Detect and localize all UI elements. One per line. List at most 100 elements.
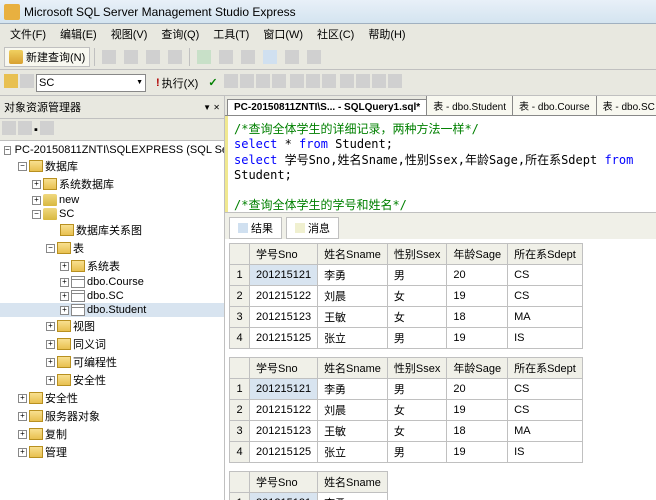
table-row[interactable]: 1201215121李勇 [230,493,388,500]
tb2-btn-5[interactable] [256,74,270,91]
tb2-btn-6[interactable] [272,74,286,91]
result-tabs: 结果 消息 [225,213,656,239]
tb2-btn-8[interactable] [306,74,320,91]
new-query-button[interactable]: 新建查询(N) [4,47,90,67]
tab-student[interactable]: 表 - dbo.Student [426,96,513,115]
tree-sysdb[interactable]: +系统数据库 [0,175,224,193]
table-row[interactable]: 4201215125张立男19IS [230,328,583,349]
tree-programmability[interactable]: +可编程性 [0,353,224,371]
tb2-btn-10[interactable] [340,74,354,91]
table-row[interactable]: 3201215123王敏女18MA [230,421,583,442]
chevron-down-icon: ▼ [136,79,143,86]
tree-server[interactable]: −PC-20150811ZNTI\SQLEXPRESS (SQL Ser [0,143,224,157]
exp-tb-sep: ▪ [34,124,38,136]
panel-dropdown-icon[interactable]: ▼ ✕ [203,103,220,112]
toolbar-btn-7[interactable] [238,47,258,67]
execute-icon: ! [156,77,160,89]
tree-dbo-sc[interactable]: +dbo.SC [0,289,224,303]
tree-dbo-course[interactable]: +dbo.Course [0,275,224,289]
toolbar-btn-2[interactable] [121,47,141,67]
toolbar-query: SC ▼ ! 执行(X) ✓ [0,70,656,96]
table-header-row: 学号Sno姓名Sname性别Ssex年龄Sage所在系Sdept [230,244,583,265]
tree-security-db[interactable]: +安全性 [0,371,224,389]
tree-views[interactable]: +视图 [0,317,224,335]
tree-management[interactable]: +管理 [0,443,224,461]
table-row[interactable]: 1201215121李勇男20CS [230,379,583,400]
object-explorer-title: 对象资源管理器 ▼ ✕ [0,96,224,119]
tb2-btn-2[interactable] [20,74,34,91]
toolbar-btn-9[interactable] [282,47,302,67]
sql-editor[interactable]: /*查询全体学生的详细记录，两种方法一样*/ select * from Stu… [225,116,656,212]
folder-icon [29,392,43,404]
tab-results[interactable]: 结果 [229,217,282,239]
tb2-btn-9[interactable] [322,74,336,91]
menu-edit[interactable]: 编辑(E) [54,24,103,44]
tree-synonyms[interactable]: +同义词 [0,335,224,353]
table-row[interactable]: 2201215122刘晨女19CS [230,286,583,307]
folder-icon [57,338,71,350]
table-header-row: 学号Sno姓名Sname性别Ssex年龄Sage所在系Sdept [230,358,583,379]
toolbar-btn-1[interactable] [99,47,119,67]
database-icon [43,208,57,220]
tab-sc[interactable]: 表 - dbo.SC [596,96,656,115]
menu-tools[interactable]: 工具(T) [207,24,255,44]
result-grid-3: 学号Sno姓名Sname 1201215121李勇 2201215122刘晨 3… [225,467,656,500]
document-tabs: PC-20150811ZNTI\S... - SQLQuery1.sql* 表 … [225,96,656,116]
app-title: Microsoft SQL Server Management Studio E… [24,5,296,19]
database-combo[interactable]: SC ▼ [36,74,146,92]
menu-community[interactable]: 社区(C) [311,24,360,44]
tab-sqlquery[interactable]: PC-20150811ZNTI\S... - SQLQuery1.sql* [227,99,427,115]
database-icon [43,194,57,206]
menu-window[interactable]: 窗口(W) [257,24,309,44]
tb2-btn-1[interactable] [4,74,18,91]
folder-icon [57,374,71,386]
message-icon [295,223,305,233]
folder-icon [29,410,43,422]
exp-tb-3[interactable] [40,121,54,138]
table-row[interactable]: 2201215122刘晨女19CS [230,400,583,421]
tb2-btn-4[interactable] [240,74,254,91]
tree-systables[interactable]: +系统表 [0,257,224,275]
toolbar-btn-4[interactable] [165,47,185,67]
tree-replication[interactable]: +复制 [0,425,224,443]
check-icon[interactable]: ✓ [204,76,221,89]
folder-icon [43,178,57,190]
tree-security[interactable]: +安全性 [0,389,224,407]
tb2-btn-12[interactable] [372,74,386,91]
folder-icon [29,446,43,458]
toolbar-main: 新建查询(N) [0,44,656,70]
tab-messages[interactable]: 消息 [286,217,339,239]
toolbar-btn-8[interactable] [260,47,280,67]
menu-view[interactable]: 视图(V) [105,24,154,44]
toolbar-btn-3[interactable] [143,47,163,67]
menu-bar: 文件(F) 编辑(E) 视图(V) 查询(Q) 工具(T) 窗口(W) 社区(C… [0,24,656,44]
menu-help[interactable]: 帮助(H) [362,24,411,44]
tab-course[interactable]: 表 - dbo.Course [512,96,597,115]
table-row[interactable]: 4201215125张立男19IS [230,442,583,463]
tb2-btn-13[interactable] [388,74,402,91]
exp-tb-2[interactable] [18,121,32,138]
tree-dbdiagram[interactable]: 数据库关系图 [0,221,224,239]
tb2-btn-3[interactable] [224,74,238,91]
menu-query[interactable]: 查询(Q) [155,24,205,44]
tree-tables[interactable]: −表 [0,239,224,257]
tree-sc[interactable]: −SC [0,207,224,221]
tree-dbo-student[interactable]: +dbo.Student [0,303,224,317]
tree-server-objects[interactable]: +服务器对象 [0,407,224,425]
tree-databases[interactable]: −数据库 [0,157,224,175]
toolbar-btn-5[interactable] [194,47,214,67]
execute-button[interactable]: ! 执行(X) [152,74,202,92]
tb2-btn-11[interactable] [356,74,370,91]
object-tree[interactable]: −PC-20150811ZNTI\SQLEXPRESS (SQL Ser −数据… [0,141,224,500]
tb2-btn-7[interactable] [290,74,304,91]
folder-icon [57,356,71,368]
table-row[interactable]: 3201215123王敏女18MA [230,307,583,328]
table-row[interactable]: 1201215121李勇男20CS [230,265,583,286]
exp-tb-1[interactable] [2,121,16,138]
menu-file[interactable]: 文件(F) [4,24,52,44]
toolbar-btn-10[interactable] [304,47,324,67]
toolbar-btn-6[interactable] [216,47,236,67]
folder-icon [57,320,71,332]
tree-new[interactable]: +new [0,193,224,207]
folder-icon [57,242,71,254]
